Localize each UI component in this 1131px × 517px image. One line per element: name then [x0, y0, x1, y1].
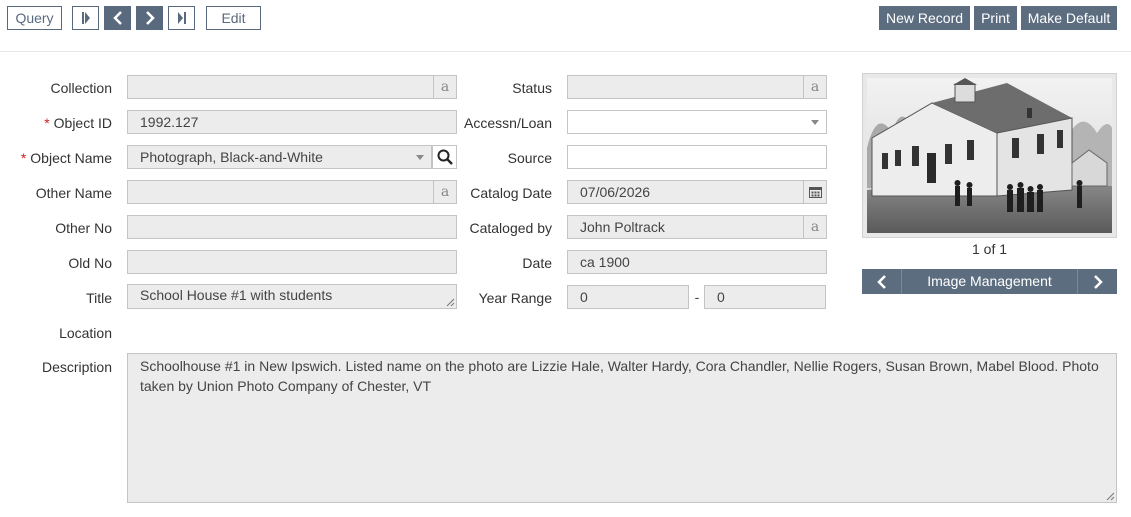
next-record-button[interactable]: [136, 6, 163, 30]
status-lookup-button[interactable]: a: [803, 76, 826, 98]
cataloged-by-label: Cataloged by: [469, 220, 552, 236]
catalog-date-picker-button[interactable]: [803, 181, 826, 203]
other-no-field[interactable]: [127, 215, 457, 239]
date-value: ca 1900: [580, 254, 630, 270]
new-record-button[interactable]: New Record: [879, 6, 970, 30]
chevron-down-icon: [811, 120, 819, 125]
first-record-icon: [81, 12, 90, 24]
image-management-button[interactable]: Image Management: [902, 269, 1077, 294]
object-name-label: * Object Name: [0, 146, 112, 170]
status-field[interactable]: a: [567, 75, 827, 99]
year-range-label: Year Range: [478, 290, 552, 306]
query-button[interactable]: Query: [7, 6, 62, 30]
previous-image-icon: [876, 274, 886, 289]
next-record-icon: [145, 11, 155, 25]
catalog-date-value: 07/06/2026: [580, 184, 651, 200]
year-range-to-field[interactable]: 0: [704, 285, 826, 309]
resize-handle-icon[interactable]: [446, 298, 455, 307]
record-image-frame: [862, 73, 1117, 238]
object-name-search-button[interactable]: [432, 145, 457, 169]
year-range-to-value: 0: [717, 289, 725, 305]
title-value: School House #1 with students: [140, 287, 333, 303]
title-label: Title: [86, 290, 112, 306]
resize-handle-icon[interactable]: [1106, 492, 1115, 501]
collection-field[interactable]: a: [127, 75, 457, 99]
other-name-lookup-button[interactable]: a: [433, 181, 456, 203]
object-id-label-text: Object ID: [53, 115, 112, 131]
source-field[interactable]: [567, 145, 827, 169]
object-id-value: 1992.127: [140, 114, 199, 130]
source-label: Source: [507, 150, 552, 166]
calendar-icon: [808, 187, 822, 198]
cataloged-by-field[interactable]: John Poltrack a: [567, 215, 827, 239]
last-record-button[interactable]: [168, 6, 195, 30]
date-label: Date: [522, 255, 552, 271]
required-marker: *: [44, 115, 50, 131]
toolbar: Query Edit New Record Print Make Default: [0, 0, 1131, 52]
search-icon: [437, 149, 453, 165]
previous-record-icon: [112, 11, 122, 25]
cataloged-by-lookup-button[interactable]: a: [803, 216, 826, 238]
location-label: Location: [59, 325, 112, 341]
old-no-field[interactable]: [127, 250, 457, 274]
collection-lookup-button[interactable]: a: [433, 76, 456, 98]
other-name-field[interactable]: a: [127, 180, 457, 204]
make-default-button[interactable]: Make Default: [1021, 6, 1117, 30]
chevron-down-icon: [416, 155, 424, 160]
other-no-label: Other No: [55, 220, 112, 236]
description-value: Schoolhouse #1 in New Ipswich. Listed na…: [140, 358, 1099, 394]
previous-image-button[interactable]: [862, 269, 902, 294]
required-marker: *: [20, 150, 27, 166]
object-id-label: * Object ID: [0, 111, 112, 135]
object-name-label-text: Object Name: [30, 150, 112, 166]
last-record-icon: [177, 12, 186, 24]
collection-label: Collection: [50, 80, 112, 96]
image-management-bar: Image Management: [862, 269, 1117, 294]
title-field[interactable]: School House #1 with students: [127, 284, 457, 309]
edit-button[interactable]: Edit: [206, 6, 261, 30]
date-field[interactable]: ca 1900: [567, 250, 827, 274]
next-image-button[interactable]: [1077, 269, 1117, 294]
accessn-loan-select[interactable]: [567, 110, 827, 134]
description-label: Description: [41, 359, 112, 375]
catalog-date-field[interactable]: 07/06/2026: [567, 180, 827, 204]
accessn-loan-label: Accessn/Loan: [464, 115, 552, 131]
status-label: Status: [512, 80, 552, 96]
object-id-field[interactable]: 1992.127: [127, 110, 457, 134]
year-range-from-value: 0: [580, 289, 588, 305]
year-range-separator: -: [694, 289, 700, 305]
print-button[interactable]: Print: [974, 6, 1017, 30]
previous-record-button[interactable]: [104, 6, 131, 30]
first-record-button[interactable]: [72, 6, 99, 30]
year-range-from-field[interactable]: 0: [567, 285, 689, 309]
description-field[interactable]: Schoolhouse #1 in New Ipswich. Listed na…: [127, 353, 1117, 503]
other-name-label: Other Name: [35, 185, 112, 201]
object-name-field[interactable]: Photograph, Black-and-White: [127, 145, 432, 169]
record-photo[interactable]: [867, 78, 1112, 233]
object-name-value: Photograph, Black-and-White: [140, 149, 323, 165]
image-counter: 1 of 1: [971, 241, 1008, 257]
next-image-icon: [1093, 274, 1103, 289]
old-no-label: Old No: [68, 255, 112, 271]
cataloged-by-value: John Poltrack: [580, 219, 665, 235]
catalog-date-label: Catalog Date: [470, 185, 552, 201]
